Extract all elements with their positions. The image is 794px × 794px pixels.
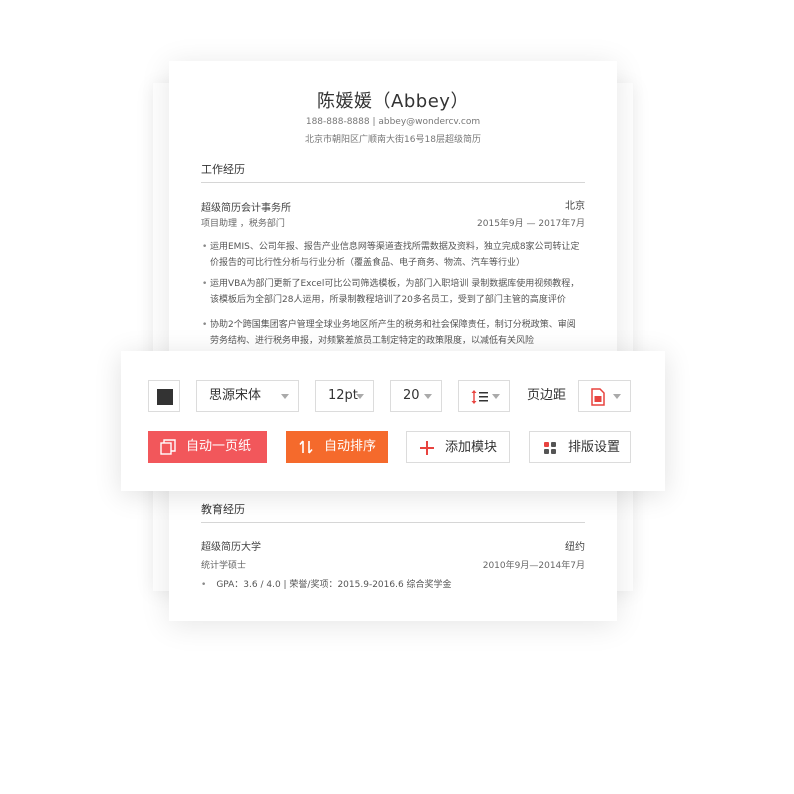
- education-gpa-text: GPA：3.6 / 4.0 | 荣誉/奖项：2015.9-2016.6 综合奖学…: [216, 580, 452, 590]
- chevron-down-icon: [281, 394, 289, 399]
- work-bullet-text: 协助2个跨国集团客户管理全球业务地区所产生的税务和社会保障责任，制订分税政策、审…: [210, 320, 576, 346]
- auto-one-page-button[interactable]: 自动一页纸: [148, 431, 267, 463]
- work-bullet-text: 运用EMIS、公司年报、报告产业信息网等渠道查找所需数据及资料，独立完成8家公司…: [210, 242, 580, 268]
- line-spacing-value: 20: [403, 388, 420, 403]
- education-dates: 2010年9月—2014年7月: [482, 561, 585, 571]
- line-spacing-select[interactable]: 20: [390, 380, 442, 412]
- plus-icon: [420, 441, 434, 455]
- chevron-down-icon: [613, 394, 621, 399]
- layout-settings-button[interactable]: 排版设置: [529, 431, 631, 463]
- color-swatch-icon: [157, 389, 173, 405]
- work-section-title: 工作经历: [201, 163, 245, 176]
- font-family-value: 思源宋体: [209, 388, 262, 403]
- font-family-select[interactable]: 思源宋体: [196, 380, 299, 412]
- bullet-dot: •: [202, 279, 208, 289]
- chevron-down-icon: [424, 394, 432, 399]
- education-school: 超级简历大学: [201, 542, 261, 553]
- resume-address: 北京市朝阳区广顺南大街16号18层超级简历: [305, 135, 481, 145]
- resume-name: 陈媛媛（Abbey）: [317, 91, 469, 112]
- add-module-label: 添加模块: [445, 440, 498, 455]
- margin-label: 页边距: [527, 388, 567, 403]
- auto-one-page-label: 自动一页纸: [186, 439, 252, 454]
- bullet-dot: •: [202, 320, 208, 330]
- work-dates: 2015年9月 — 2017年7月: [477, 219, 585, 229]
- paragraph-spacing-select[interactable]: [458, 380, 510, 412]
- sort-arrows-icon: [299, 440, 313, 454]
- work-bullet-text: 运用VBA为部门更新了Excel可比公司筛选模板，为部门入职培训 录制数据库使用…: [210, 279, 580, 305]
- chevron-down-icon: [492, 394, 500, 399]
- layout-settings-label: 排版设置: [568, 440, 621, 455]
- page-size-icon: [591, 388, 605, 406]
- work-section-divider: [201, 182, 585, 183]
- line-height-icon: [471, 390, 488, 404]
- work-role: 项目助理 ，税务部门: [201, 219, 285, 229]
- resume-contact: 188-888-8888 | abbey@wondercv.com: [305, 117, 481, 127]
- work-bullet: • 协助2个跨国集团客户管理全球业务地区所产生的税务和社会保障责任，制订分税政策…: [202, 317, 582, 349]
- work-bullet: • 运用VBA为部门更新了Excel可比公司筛选模板，为部门入职培训 录制数据库…: [202, 276, 582, 308]
- font-size-select[interactable]: 12pt: [315, 380, 374, 412]
- page-size-select[interactable]: [578, 380, 631, 412]
- education-section-title: 教育经历: [201, 503, 245, 516]
- work-org: 超级简历会计事务所: [201, 203, 291, 214]
- add-module-button[interactable]: 添加模块: [406, 431, 510, 463]
- work-bullet: • 运用EMIS、公司年报、报告产业信息网等渠道查找所需数据及资料，独立完成8家…: [202, 239, 582, 271]
- auto-sort-label: 自动排序: [324, 439, 377, 454]
- auto-sort-button[interactable]: 自动排序: [286, 431, 388, 463]
- chevron-down-icon: [356, 394, 364, 399]
- work-location: 北京: [565, 201, 585, 212]
- grid-icon: [544, 442, 556, 454]
- copy-pages-icon: [160, 439, 176, 455]
- education-gpa: • GPA：3.6 / 4.0 | 荣誉/奖项：2015.9-2016.6 综合奖…: [201, 577, 452, 590]
- bullet-dot: •: [201, 580, 207, 590]
- education-location: 纽约: [565, 542, 585, 553]
- resume-page: 陈媛媛（Abbey） 188-888-8888 | abbey@wondercv…: [169, 61, 617, 621]
- font-size-value: 12pt: [328, 388, 358, 403]
- text-color-picker[interactable]: [148, 380, 180, 412]
- education-section-divider: [201, 522, 585, 523]
- format-toolbar: 思源宋体 12pt 20 页边距 自动一页纸 自动排序 添加模块 排版设置: [121, 351, 665, 491]
- bullet-dot: •: [202, 242, 208, 252]
- education-degree: 统计学硕士: [201, 561, 247, 571]
